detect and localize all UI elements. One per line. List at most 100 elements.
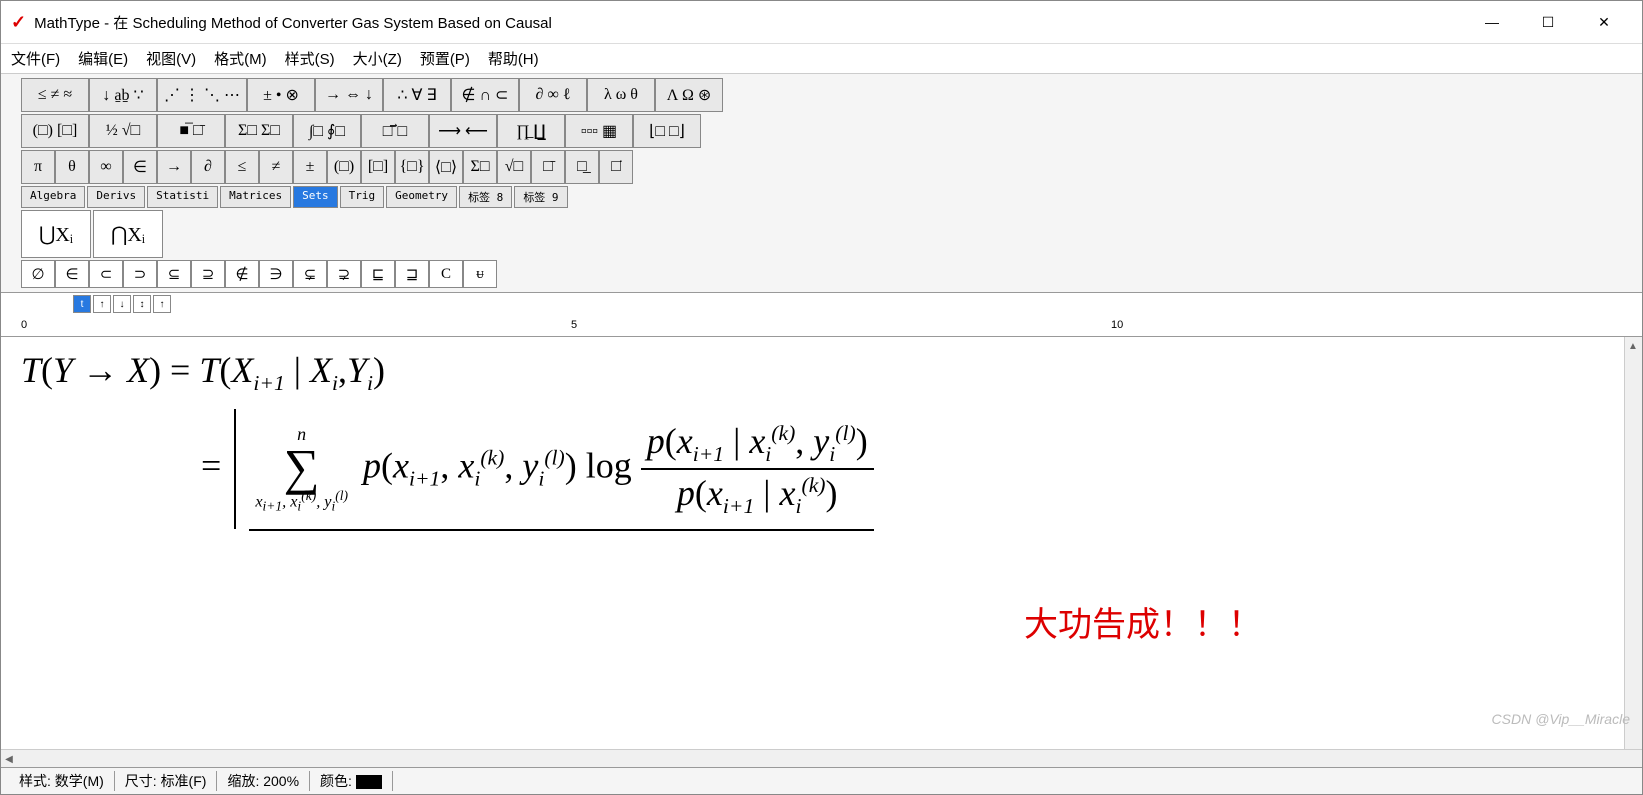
scrollbar-horizontal[interactable]: ◀: [1, 749, 1642, 767]
sym-notin[interactable]: ∉: [225, 260, 259, 288]
tmpl-dot[interactable]: □̇: [599, 150, 633, 184]
minimize-button[interactable]: —: [1464, 7, 1520, 37]
template-row-1: (□) [□] ½ √□ ■̅ □̄ Σ□ Σ□ ∫□ ∮□ □̄ ⃗□ ⟶ ⟵…: [21, 114, 1622, 148]
sym-neq[interactable]: ≠: [259, 150, 293, 184]
equation-content[interactable]: T(Y → X) = T(Xi+1 | Xi,Yi) = n ∑ xi+1, x…: [21, 347, 1622, 531]
symbol-set[interactable]: ∉ ∩ ⊂: [451, 78, 519, 112]
symbol-misc[interactable]: ∂ ∞ ℓ: [519, 78, 587, 112]
red-annotation: 大功告成！！！: [1024, 597, 1262, 646]
template-integral[interactable]: ∫□ ∮□: [293, 114, 361, 148]
tab-trig[interactable]: Trig: [340, 186, 385, 208]
sym-leq[interactable]: ≤: [225, 150, 259, 184]
template-summation[interactable]: Σ□ Σ□: [225, 114, 293, 148]
tab-8[interactable]: 标签 8: [459, 186, 512, 208]
align-icon-2[interactable]: ↑: [93, 295, 111, 313]
tab-derivs[interactable]: Derivs: [87, 186, 145, 208]
fraction: p(xi+1 | xi(k), yi(l)) p(xi+1 | xi(k)): [641, 418, 874, 521]
sym-element[interactable]: ∈: [55, 260, 89, 288]
tab-geometry[interactable]: Geometry: [386, 186, 457, 208]
status-color[interactable]: 颜色:: [310, 771, 393, 791]
tab-statistics[interactable]: Statisti: [147, 186, 218, 208]
template-products[interactable]: ∏̲ ∐̲: [497, 114, 565, 148]
template-overbar[interactable]: □̄ ⃗□: [361, 114, 429, 148]
symbol-arrows[interactable]: → ⇔ ↓: [315, 78, 383, 112]
align-icon-5[interactable]: ↑: [153, 295, 171, 313]
ruler[interactable]: 0 5 10: [1, 315, 1642, 337]
symbol-dots[interactable]: ⋰ ⋮ ⋱ ⋯: [157, 78, 247, 112]
symbol-relations[interactable]: ≤ ≠ ≈: [21, 78, 89, 112]
symbol-operators[interactable]: ± • ⊗: [247, 78, 315, 112]
menu-preset[interactable]: 预置(P): [420, 48, 470, 69]
menu-view[interactable]: 视图(V): [146, 48, 196, 69]
ruler-mark-0: 0: [21, 319, 27, 331]
tab-matrices[interactable]: Matrices: [220, 186, 291, 208]
summation: n ∑ xi+1, xi(k), yi(l): [255, 423, 348, 515]
sym-sqsupset[interactable]: ⊒: [395, 260, 429, 288]
template-arrows[interactable]: ⟶ ⟵: [429, 114, 497, 148]
tmpl-brace[interactable]: {□}: [395, 150, 429, 184]
status-size[interactable]: 尺寸: 标准(F): [115, 771, 218, 791]
scroll-left-icon[interactable]: ◀: [1, 752, 17, 768]
symbol-logic[interactable]: ∴ ∀ ∃: [383, 78, 451, 112]
sym-complement[interactable]: C: [429, 260, 463, 288]
sym-cup[interactable]: ᵾ: [463, 260, 497, 288]
align-icon-1[interactable]: t: [73, 295, 91, 313]
tab-algebra[interactable]: Algebra: [21, 186, 85, 208]
tmpl-angle[interactable]: ⟨□⟩: [429, 150, 463, 184]
sym-in[interactable]: ∈: [123, 150, 157, 184]
window-title: MathType - 在 Scheduling Method of Conver…: [34, 12, 1464, 33]
menu-file[interactable]: 文件(F): [11, 48, 60, 69]
sym-supseteq[interactable]: ⊇: [191, 260, 225, 288]
tab-9[interactable]: 标签 9: [514, 186, 567, 208]
color-swatch[interactable]: [356, 775, 382, 789]
sym-subseteq[interactable]: ⊆: [157, 260, 191, 288]
status-style[interactable]: 样式: 数学(M): [9, 771, 115, 791]
scrollbar-vertical[interactable]: ▲: [1624, 337, 1642, 749]
align-icon-4[interactable]: ↕: [133, 295, 151, 313]
template-subscript[interactable]: ■̅ □̄: [157, 114, 225, 148]
symbol-greek-lower[interactable]: λ ω θ: [587, 78, 655, 112]
align-icon-3[interactable]: ↓: [113, 295, 131, 313]
menu-help[interactable]: 帮助(H): [488, 48, 539, 69]
menu-format[interactable]: 格式(M): [214, 48, 267, 69]
template-intersection[interactable]: ⋂Xᵢ: [93, 210, 163, 258]
text-cursor: [234, 409, 236, 529]
sym-supsetneq[interactable]: ⊋: [327, 260, 361, 288]
tab-sets[interactable]: Sets: [293, 186, 338, 208]
template-matrix[interactable]: ▫▫▫ ▦: [565, 114, 633, 148]
sym-supset[interactable]: ⊃: [123, 260, 157, 288]
tmpl-sqrt[interactable]: √□: [497, 150, 531, 184]
template-union[interactable]: ⋃Xᵢ: [21, 210, 91, 258]
template-fences[interactable]: (□) [□]: [21, 114, 89, 148]
tmpl-paren[interactable]: (□): [327, 150, 361, 184]
sym-ni[interactable]: ∋: [259, 260, 293, 288]
menu-style[interactable]: 样式(S): [285, 48, 335, 69]
editor-area[interactable]: ▲ T(Y → X) = T(Xi+1 | Xi,Yi) = n ∑ xi+1,…: [1, 337, 1642, 749]
menu-edit[interactable]: 编辑(E): [78, 48, 128, 69]
template-floor[interactable]: ⌊□ □⌋: [633, 114, 701, 148]
maximize-button[interactable]: ☐: [1520, 7, 1576, 37]
small-symbols: ∅ ∈ ⊂ ⊃ ⊆ ⊇ ∉ ∋ ⊊ ⊋ ⊑ ⊒ C ᵾ: [21, 260, 1622, 288]
sym-pi[interactable]: π: [21, 150, 55, 184]
sym-arrow[interactable]: →: [157, 150, 191, 184]
toolbar-row-3: π θ ∞ ∈ → ∂ ≤ ≠ ± (□) [□] {□} ⟨□⟩ Σ□ √□ …: [21, 150, 1622, 184]
sym-infty[interactable]: ∞: [89, 150, 123, 184]
tmpl-bar[interactable]: □̄: [531, 150, 565, 184]
template-fractions[interactable]: ½ √□: [89, 114, 157, 148]
sym-subset[interactable]: ⊂: [89, 260, 123, 288]
tmpl-under[interactable]: □̲: [565, 150, 599, 184]
tmpl-sum[interactable]: Σ□: [463, 150, 497, 184]
symbol-spaces[interactable]: ↓ a̱ḇ ∵: [89, 78, 157, 112]
sym-pm[interactable]: ±: [293, 150, 327, 184]
close-button[interactable]: ✕: [1576, 7, 1632, 37]
scroll-up-icon[interactable]: ▲: [1625, 339, 1641, 355]
sym-subsetneq[interactable]: ⊊: [293, 260, 327, 288]
status-zoom[interactable]: 缩放: 200%: [217, 771, 310, 791]
menu-size[interactable]: 大小(Z): [353, 48, 402, 69]
sym-emptyset[interactable]: ∅: [21, 260, 55, 288]
sym-partial[interactable]: ∂: [191, 150, 225, 184]
symbol-greek-upper[interactable]: Λ Ω ⊛: [655, 78, 723, 112]
sym-sqsubset[interactable]: ⊑: [361, 260, 395, 288]
sym-theta[interactable]: θ: [55, 150, 89, 184]
tmpl-bracket[interactable]: [□]: [361, 150, 395, 184]
